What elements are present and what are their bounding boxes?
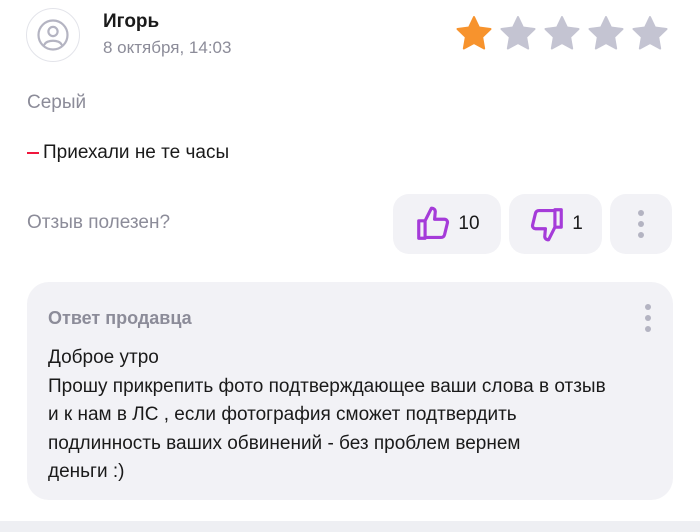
more-options-button[interactable]	[610, 194, 672, 254]
con-marker	[27, 152, 39, 154]
review-date: 8 октября, 14:03	[103, 38, 232, 57]
review-card: Игорь 8 октября, 14:03 Серый Приехали не…	[0, 0, 700, 520]
vertical-dots-icon	[645, 304, 651, 332]
rating-stars	[454, 14, 670, 54]
review-con: Приехали не те часы	[27, 142, 229, 164]
seller-reply-title: Ответ продавца	[48, 308, 192, 328]
page-divider	[0, 521, 700, 532]
helpful-question: Отзыв полезен?	[27, 212, 171, 233]
thumbs-up-icon	[417, 206, 450, 240]
star-empty-icon	[500, 16, 536, 50]
vertical-dots-icon	[638, 210, 644, 238]
con-text: Приехали не те часы	[43, 142, 230, 163]
seller-reply: Ответ продавца Доброе утро Прошу прикреп…	[27, 282, 673, 500]
star-empty-icon	[632, 16, 668, 50]
dislike-button[interactable]: 1	[509, 194, 602, 254]
avatar[interactable]	[26, 8, 80, 62]
user-avatar-icon	[37, 19, 69, 51]
dislike-count: 1	[572, 213, 583, 234]
star-filled-icon	[456, 16, 492, 50]
like-button[interactable]: 10	[393, 194, 501, 254]
thumbs-down-icon	[531, 208, 564, 242]
star-empty-icon	[544, 16, 580, 50]
star-empty-icon	[588, 16, 624, 50]
seller-reply-text: Доброе утро Прошу прикрепить фото подтве…	[48, 347, 606, 482]
product-variant: Серый	[27, 92, 87, 113]
like-count: 10	[458, 213, 480, 234]
seller-reply-more-button[interactable]	[645, 304, 651, 332]
author-name[interactable]: Игорь	[103, 11, 159, 33]
